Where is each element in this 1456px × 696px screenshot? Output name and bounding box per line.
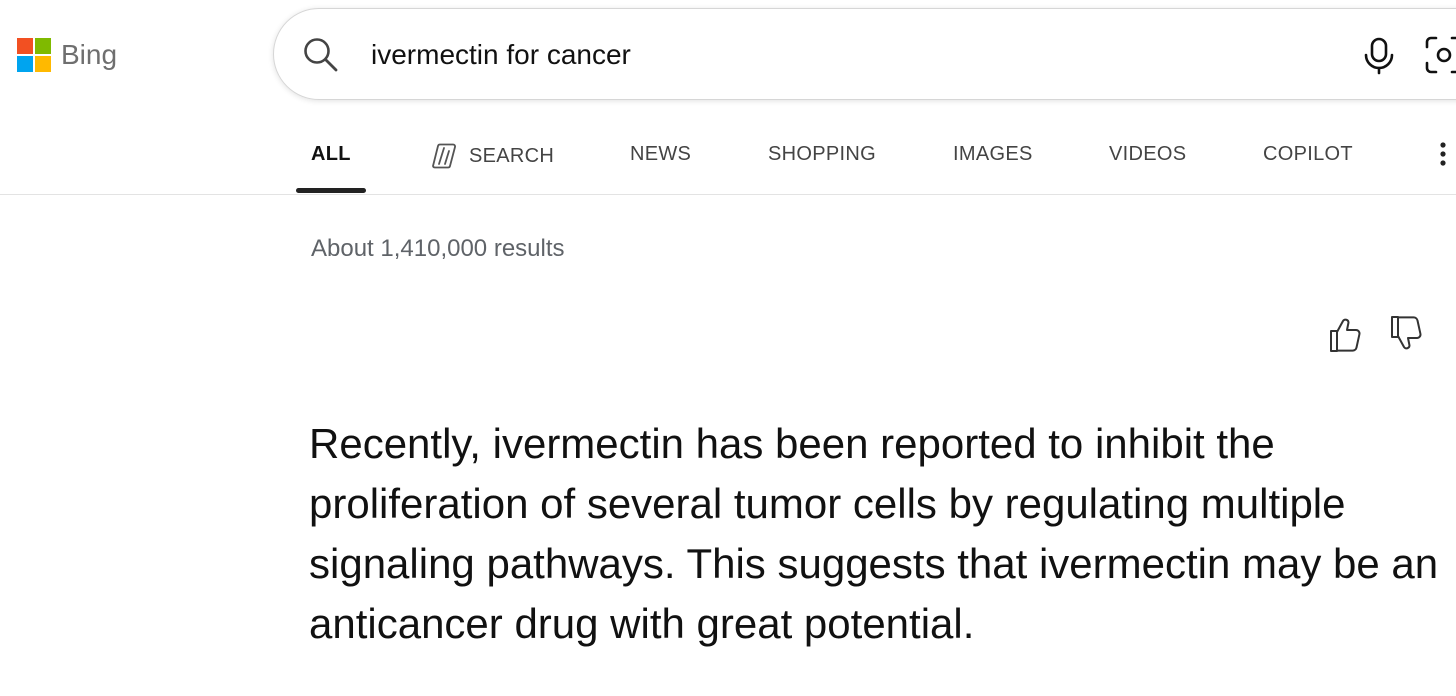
microsoft-logo-icon: [17, 38, 51, 72]
tab-all[interactable]: ALL: [311, 142, 351, 166]
tab-copilot[interactable]: COPILOT: [1263, 142, 1353, 166]
tab-shopping[interactable]: SHOPPING: [768, 142, 876, 166]
tab-search[interactable]: SEARCH: [427, 142, 554, 170]
results-count: About 1,410,000 results: [311, 235, 565, 262]
answer-snippet: Recently, ivermectin has been reported t…: [309, 420, 1439, 647]
search-input[interactable]: ivermectin for cancer: [371, 38, 631, 72]
search-icon[interactable]: [301, 35, 341, 75]
vertical-tabs: ALL SEARCH NEWS SHOPPING IMAGES VIDEOS C…: [0, 120, 1456, 195]
search-box[interactable]: ivermectin for cancer: [273, 8, 1456, 100]
tab-label: ALL: [311, 143, 351, 165]
bing-logo[interactable]: Bing: [17, 38, 117, 72]
tab-label: NEWS: [630, 143, 692, 165]
thumbs-up-icon[interactable]: [1327, 313, 1363, 355]
copilot-search-icon: [432, 143, 456, 169]
active-tab-indicator: [296, 188, 366, 193]
bing-results-page: Bing ivermectin for cancer ALL SEARCH NE…: [0, 0, 1456, 696]
tab-images[interactable]: IMAGES: [953, 142, 1033, 166]
more-options-icon[interactable]: [1438, 141, 1448, 167]
microphone-icon[interactable]: [1361, 36, 1397, 76]
tabs-divider: [0, 194, 1456, 195]
tab-label: COPILOT: [1263, 143, 1353, 165]
visual-search-icon[interactable]: [1424, 35, 1456, 75]
tab-news[interactable]: NEWS: [630, 142, 691, 166]
tab-label: SHOPPING: [768, 143, 876, 165]
thumbs-down-icon[interactable]: [1388, 313, 1424, 355]
tab-videos[interactable]: VIDEOS: [1109, 142, 1186, 166]
tab-label: VIDEOS: [1109, 143, 1187, 165]
tab-label: IMAGES: [953, 143, 1033, 165]
tab-label: SEARCH: [469, 145, 555, 167]
logo-text: Bing: [61, 39, 118, 70]
